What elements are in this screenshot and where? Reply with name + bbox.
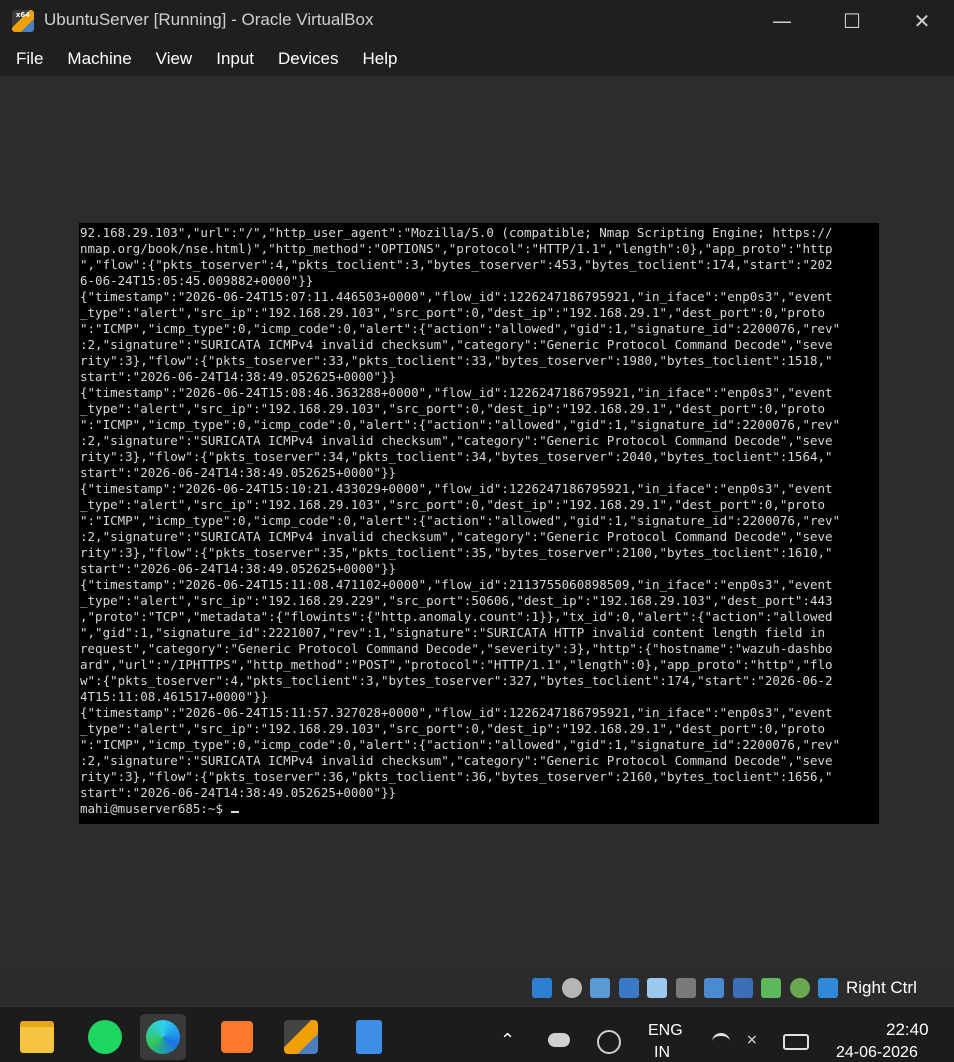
menu-file[interactable]: File — [8, 49, 51, 69]
terminal-line: ":"ICMP","icmp_type":0,"icmp_code":0,"al… — [80, 321, 841, 336]
terminal-line: ":"ICMP","icmp_type":0,"icmp_code":0,"al… — [80, 417, 841, 432]
terminal-output: 92.168.29.103","url":"/","http_user_agen… — [79, 223, 879, 817]
terminal-line: start":"2026-06-24T14:38:49.052625+0000"… — [80, 561, 397, 576]
terminal-line: :2,"signature":"SURICATA ICMPv4 invalid … — [80, 529, 833, 544]
volume-muted-icon[interactable]: × — [746, 1032, 766, 1048]
vm-status-bar — [0, 972, 954, 1006]
terminal-line: 4T15:11:08.461517+0000"}} — [80, 689, 269, 704]
terminal-line: rity":3},"flow":{"pkts_toserver":33,"pkt… — [80, 353, 833, 368]
terminal-line: {"timestamp":"2026-06-24T15:07:11.446503… — [80, 289, 833, 304]
display-icon[interactable] — [704, 978, 724, 998]
recording-icon[interactable] — [733, 978, 753, 998]
terminal-line: _type":"alert","src_ip":"192.168.29.229"… — [80, 593, 833, 608]
wifi-icon[interactable] — [712, 1033, 730, 1050]
terminal-line: _type":"alert","src_ip":"192.168.29.103"… — [80, 305, 826, 320]
menu-devices[interactable]: Devices — [270, 49, 346, 69]
mouse-integration-icon[interactable] — [790, 978, 810, 998]
hard-disk-icon[interactable] — [532, 978, 552, 998]
terminal-line: w":{"pkts_toserver":4,"pkts_toclient":3,… — [80, 673, 833, 688]
maximize-icon: ☐ — [843, 9, 861, 33]
menu-machine[interactable]: Machine — [59, 49, 139, 69]
terminal-prompt: mahi@muserver685:~$ — [80, 801, 231, 816]
virtualbox-app-icon: x64 — [12, 10, 34, 32]
minimize-button[interactable]: — — [750, 0, 814, 42]
shared-folders-icon[interactable] — [676, 978, 696, 998]
clock-time[interactable]: 22:40 — [886, 1020, 929, 1040]
terminal-line: rity":3},"flow":{"pkts_toserver":35,"pkt… — [80, 545, 833, 560]
window-titlebar[interactable]: x64 UbuntuServer [Running] - Oracle Virt… — [0, 0, 954, 42]
notepad-button[interactable] — [346, 1014, 392, 1060]
terminal-line: ":"ICMP","icmp_type":0,"icmp_code":0,"al… — [80, 513, 841, 528]
spotify-button[interactable] — [82, 1014, 128, 1060]
virtualstudio-button[interactable] — [214, 1014, 260, 1060]
sync-icon[interactable] — [597, 1030, 621, 1054]
terminal-line: start":"2026-06-24T14:38:49.052625+0000"… — [80, 465, 397, 480]
terminal-line: rity":3},"flow":{"pkts_toserver":34,"pkt… — [80, 449, 833, 464]
menu-help[interactable]: Help — [355, 49, 406, 69]
audio-icon[interactable] — [590, 978, 610, 998]
terminal-line: 92.168.29.103","url":"/","http_user_agen… — [80, 225, 833, 240]
vm-terminal[interactable]: 92.168.29.103","url":"/","http_user_agen… — [79, 223, 879, 824]
minimize-icon: — — [772, 9, 792, 33]
terminal-line: request","category":"Generic Protocol Co… — [80, 641, 833, 656]
terminal-line: ","flow":{"pkts_toserver":4,"pkts_toclie… — [80, 257, 833, 272]
spotify-icon — [88, 1020, 122, 1054]
terminal-line: start":"2026-06-24T14:38:49.052625+0000"… — [80, 785, 397, 800]
terminal-line: :2,"signature":"SURICATA ICMPv4 invalid … — [80, 337, 833, 352]
clock-date[interactable]: 24-06-2026 — [836, 1044, 918, 1062]
file-explorer-button[interactable] — [14, 1014, 60, 1060]
menu-view[interactable]: View — [148, 49, 201, 69]
close-icon: ✕ — [913, 9, 931, 33]
host-key-icon[interactable] — [818, 978, 838, 998]
terminal-line: {"timestamp":"2026-06-24T15:11:57.327028… — [80, 705, 833, 720]
terminal-line: nmap.org/book/nse.html)","http_method":"… — [80, 241, 833, 256]
edge-button[interactable] — [140, 1014, 186, 1060]
host-key-label: Right Ctrl — [846, 978, 917, 997]
terminal-line: ,"proto":"TCP","metadata":{"flowints":{"… — [80, 609, 833, 624]
file-explorer-icon — [20, 1021, 54, 1053]
terminal-line: _type":"alert","src_ip":"192.168.29.103"… — [80, 401, 826, 416]
optical-drive-icon[interactable] — [562, 978, 582, 998]
window-title: UbuntuServer [Running] - Oracle VirtualB… — [44, 10, 374, 29]
language-indicator-line1[interactable]: ENG — [648, 1022, 683, 1040]
terminal-line: {"timestamp":"2026-06-24T15:08:46.363288… — [80, 385, 833, 400]
menu-bar: File Machine View Input Devices Help — [0, 42, 954, 76]
virtualbox-icon — [284, 1020, 318, 1054]
maximize-button[interactable]: ☐ — [820, 0, 884, 42]
usb-icon[interactable] — [647, 978, 667, 998]
virtualstudio-icon — [221, 1021, 253, 1053]
terminal-cursor — [230, 811, 239, 813]
terminal-line: start":"2026-06-24T14:38:49.052625+0000"… — [80, 369, 397, 384]
terminal-line: _type":"alert","src_ip":"192.168.29.103"… — [80, 721, 826, 736]
terminal-line: {"timestamp":"2026-06-24T15:11:08.471102… — [80, 577, 833, 592]
notepad-icon — [356, 1020, 382, 1054]
terminal-line: ard","url":"/IPHTTPS","http_method":"POS… — [80, 657, 833, 672]
terminal-line: :2,"signature":"SURICATA ICMPv4 invalid … — [80, 433, 833, 448]
terminal-line: rity":3},"flow":{"pkts_toserver":36,"pkt… — [80, 769, 833, 784]
edge-icon — [146, 1020, 180, 1054]
battery-icon[interactable] — [783, 1034, 809, 1050]
terminal-line: ","gid":1,"signature_id":2221007,"rev":1… — [80, 625, 833, 640]
terminal-line: 6-06-24T15:05:45.009882+0000"}} — [80, 273, 314, 288]
language-indicator-line2[interactable]: IN — [654, 1044, 670, 1062]
terminal-line: {"timestamp":"2026-06-24T15:10:21.433029… — [80, 481, 833, 496]
virtualbox-taskbar-button[interactable] — [278, 1014, 324, 1060]
terminal-line: _type":"alert","src_ip":"192.168.29.103"… — [80, 497, 826, 512]
network-icon[interactable] — [619, 978, 639, 998]
onedrive-icon[interactable] — [548, 1033, 570, 1047]
cpu-icon[interactable] — [761, 978, 781, 998]
terminal-line: ":"ICMP","icmp_type":0,"icmp_code":0,"al… — [80, 737, 841, 752]
menu-input[interactable]: Input — [208, 49, 262, 69]
tray-chevron-icon[interactable]: ⌃ — [500, 1030, 515, 1051]
terminal-line: :2,"signature":"SURICATA ICMPv4 invalid … — [80, 753, 833, 768]
close-button[interactable]: ✕ — [890, 0, 954, 42]
